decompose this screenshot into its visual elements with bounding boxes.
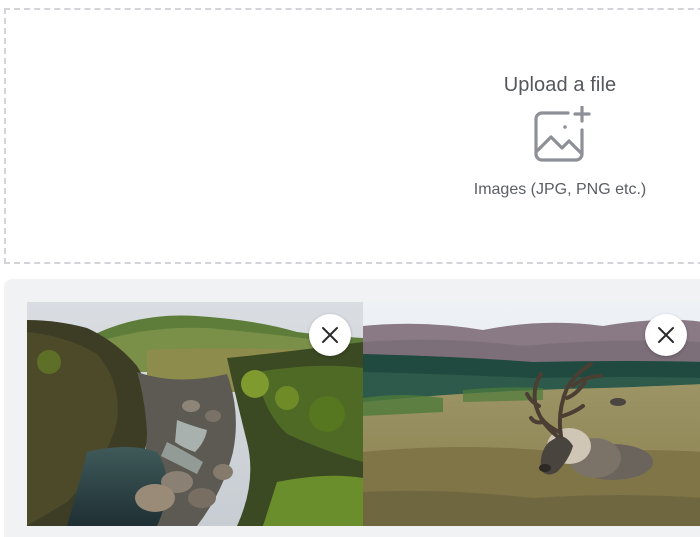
close-icon — [322, 327, 338, 343]
image-add-icon — [532, 105, 592, 166]
close-icon — [658, 327, 674, 343]
file-upload-widget: Upload a file Images (JPG, PNG etc.) — [0, 0, 700, 537]
upload-title: Upload a file — [503, 74, 617, 96]
image-preview-1 — [27, 302, 363, 526]
upload-hint: Images (JPG, PNG etc.) — [473, 181, 647, 198]
upload-dropzone[interactable] — [4, 8, 700, 264]
remove-image-2-button[interactable] — [645, 314, 687, 356]
image-preview-2 — [363, 302, 700, 526]
remove-image-1-button[interactable] — [309, 314, 351, 356]
